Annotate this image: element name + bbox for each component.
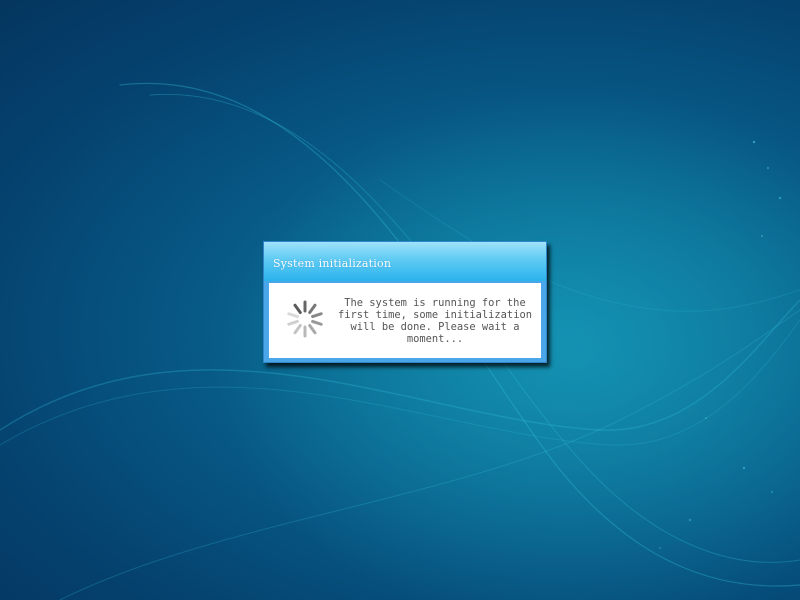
loading-spinner-icon <box>287 300 323 338</box>
dialog-message: The system is running for the first time… <box>338 297 532 345</box>
initialization-dialog: System initialization The system is runn… <box>263 241 547 363</box>
dialog-titlebar[interactable]: System initialization <box>264 242 546 281</box>
dialog-content: The system is running for the first time… <box>269 283 541 358</box>
dialog-title: System initialization <box>273 257 392 270</box>
